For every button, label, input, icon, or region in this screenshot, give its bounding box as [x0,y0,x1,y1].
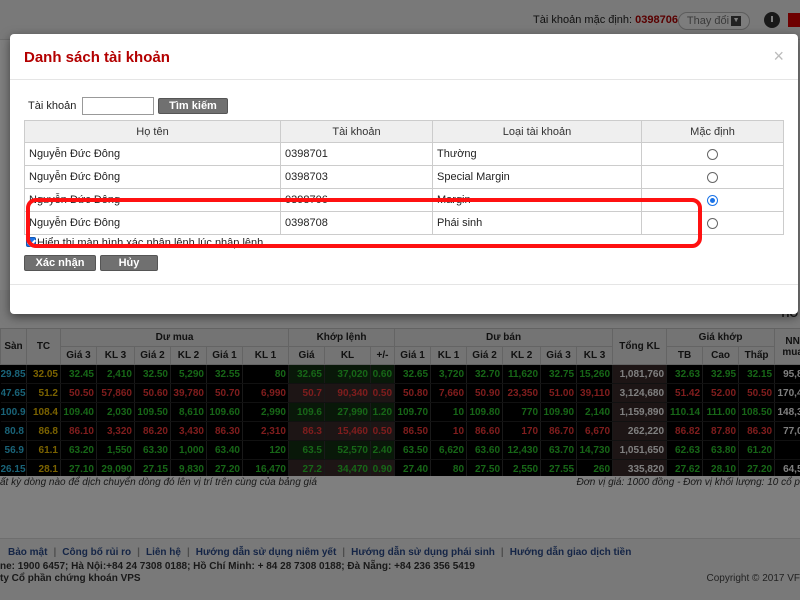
account-row[interactable]: Nguyễn Đức Đông 0398703 Special Margin [24,165,784,189]
account-type-cell: Special Margin [432,165,642,189]
column-header-type: Loại tài khoản [432,120,642,143]
modal-header: Danh sách tài khoản × [10,34,798,80]
account-account-cell: 0398703 [280,165,433,189]
default-account-radio[interactable] [707,171,718,183]
modal-title: Danh sách tài khoản [24,49,170,66]
column-header-name: Họ tên [24,120,281,143]
account-name-cell: Nguyễn Đức Đông [24,142,281,166]
account-name-cell: Nguyễn Đức Đông [24,165,281,189]
default-account-radio[interactable] [707,217,718,229]
search-label: Tài khoản [28,100,77,112]
account-search-input[interactable] [82,97,154,115]
modal-divider [10,284,798,285]
search-button[interactable]: Tìm kiếm [158,98,228,114]
column-header-default: Mặc định [641,120,784,143]
column-header-account: Tài khoản [280,120,433,143]
close-icon[interactable]: × [773,46,784,67]
account-type-cell: Thường [432,142,642,166]
account-table-header: Họ tên Tài khoản Loại tài khoản Mặc định [24,120,784,143]
account-account-cell: 0398701 [280,142,433,166]
confirm-button[interactable]: Xác nhận [24,255,96,271]
highlight-annotation [26,198,702,248]
default-account-radio[interactable] [707,148,718,160]
account-row[interactable]: Nguyễn Đức Đông 0398701 Thường [24,142,784,166]
default-account-radio[interactable] [707,194,718,206]
account-default-cell [641,142,784,166]
account-list-modal: Danh sách tài khoản × Tài khoản Tìm kiếm… [10,34,798,314]
account-default-cell [641,165,784,189]
cancel-button[interactable]: Hủy [100,255,158,271]
